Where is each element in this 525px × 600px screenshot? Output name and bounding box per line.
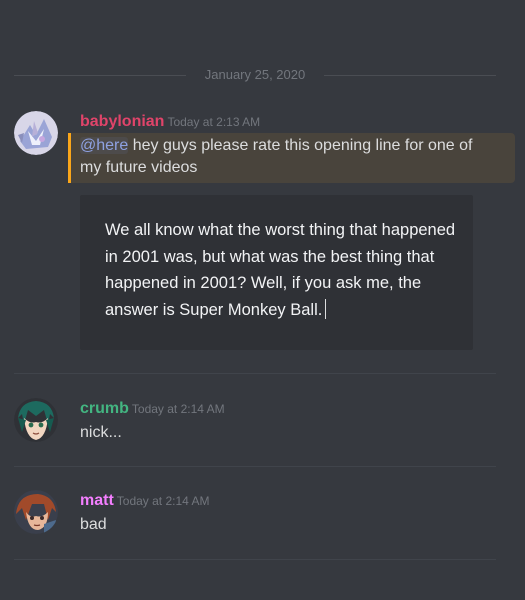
timestamp: Today at 2:14 AM xyxy=(116,494,210,508)
message-header: babylonian Today at 2:13 AM xyxy=(80,113,260,131)
avatar[interactable] xyxy=(14,111,58,155)
message-content: nick... xyxy=(80,424,122,441)
message-content: bad xyxy=(80,516,107,533)
message-separator xyxy=(14,373,496,374)
timestamp: Today at 2:13 AM xyxy=(167,115,261,129)
chat-messages-area: January 25, 2020 babylonian Today at 2:13… xyxy=(0,0,525,600)
message-separator xyxy=(14,466,496,467)
divider-date-label: January 25, 2020 xyxy=(204,67,306,82)
message-header: matt Today at 2:14 AM xyxy=(80,492,210,510)
message-text: hey guys please rate this opening line f… xyxy=(80,137,473,176)
timestamp: Today at 2:14 AM xyxy=(131,402,225,416)
message-separator xyxy=(14,559,496,560)
avatar[interactable] xyxy=(14,398,58,442)
message-content: @here hey guys please rate this opening … xyxy=(80,135,475,179)
username[interactable]: babylonian xyxy=(80,113,164,130)
text-caret xyxy=(325,298,327,319)
embed-text: We all know what the worst thing that ha… xyxy=(105,221,456,319)
message-header: crumb Today at 2:14 AM xyxy=(80,400,225,418)
message-embed-box: We all know what the worst thing that ha… xyxy=(80,195,473,350)
mention-here[interactable]: @here xyxy=(80,137,129,154)
divider-line-right xyxy=(324,75,496,76)
date-divider: January 25, 2020 xyxy=(14,66,496,84)
username[interactable]: matt xyxy=(80,492,114,509)
avatar[interactable] xyxy=(14,490,58,534)
username[interactable]: crumb xyxy=(80,400,129,417)
divider-line-left xyxy=(14,75,186,76)
